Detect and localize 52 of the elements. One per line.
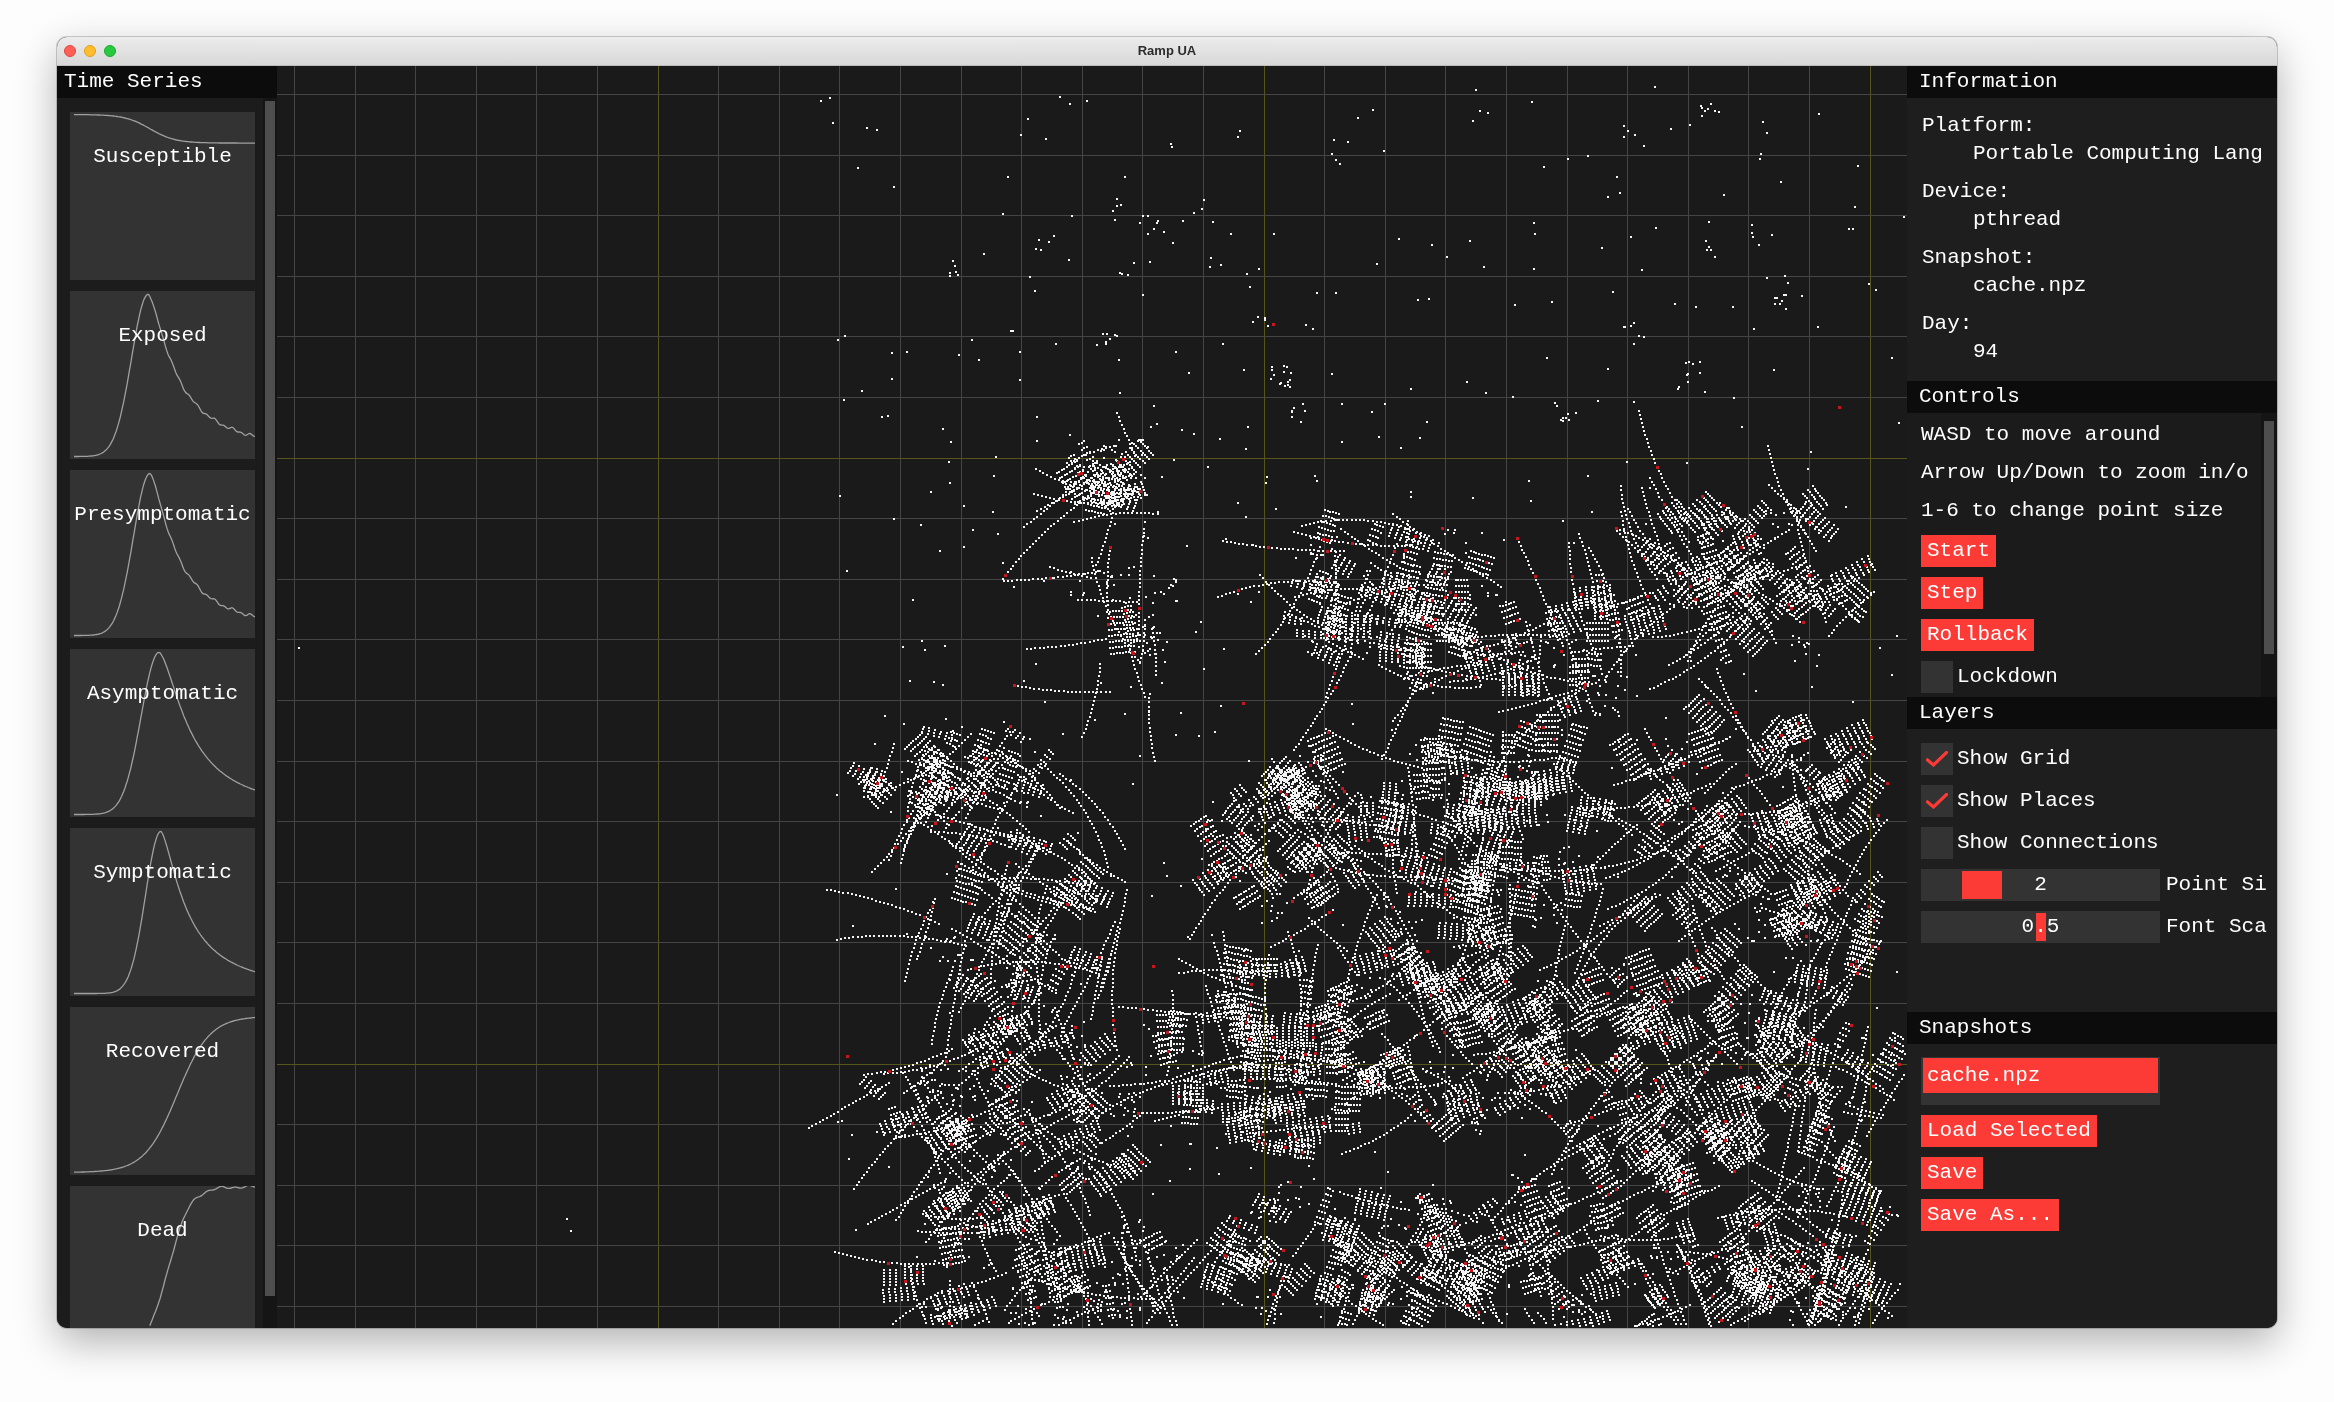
- panel-title: Information: [1919, 69, 2058, 95]
- snapshot-list[interactable]: cache.npz: [1921, 1057, 2160, 1105]
- series-label: Susceptible: [93, 144, 232, 170]
- info-label: Snapshot:: [1922, 245, 2037, 271]
- checkmark-icon: [1926, 793, 1948, 809]
- slider-track[interactable]: 2: [1921, 869, 2160, 901]
- snapshot-button[interactable]: Save: [1921, 1157, 1984, 1189]
- info-label: Day:: [1922, 311, 1974, 337]
- info-value: cache.npz: [1972, 273, 2088, 299]
- control-hint: Arrow Up/Down to zoom in/o: [1921, 460, 2250, 486]
- info-label: Device:: [1922, 179, 2012, 205]
- checkbox[interactable]: [1921, 743, 1953, 775]
- checkbox[interactable]: [1921, 785, 1953, 817]
- panel-title: Layers: [1919, 700, 1995, 726]
- snapshot-button[interactable]: Load Selected: [1921, 1115, 2097, 1147]
- info-value: 94: [1972, 339, 2000, 365]
- action-button[interactable]: Rollback: [1921, 619, 2034, 651]
- series-label: Presymptomatic: [74, 502, 251, 528]
- info-value: Portable Computing Lang: [1972, 141, 2264, 167]
- slider-thumb[interactable]: [1962, 871, 2002, 899]
- checkbox-label[interactable]: Show Places: [1957, 787, 2096, 815]
- series-label: Exposed: [118, 323, 207, 349]
- series-label: Symptomatic: [93, 860, 232, 886]
- action-button[interactable]: Step: [1921, 577, 1984, 609]
- snapshot-button[interactable]: Save As...: [1921, 1199, 2060, 1231]
- close-icon[interactable]: [64, 45, 76, 57]
- series-label: Asymptomatic: [86, 681, 239, 707]
- panel-title: Snapshots: [1919, 1015, 2033, 1041]
- panel-title: Controls: [1919, 384, 2020, 410]
- scrollbar-track[interactable]: [263, 98, 277, 1328]
- panel-title: Time Series: [64, 69, 203, 95]
- checkbox-label[interactable]: Lockdown: [1957, 663, 2058, 691]
- window-title: Ramp UA: [1137, 43, 1197, 59]
- minimize-icon[interactable]: [84, 45, 96, 57]
- slider-label: Font Sca: [2166, 914, 2267, 940]
- checkmark-icon: [1926, 751, 1948, 767]
- checkbox-label[interactable]: Show Connections: [1957, 829, 2159, 857]
- control-hint: WASD to move around: [1921, 422, 2162, 448]
- maximize-icon[interactable]: [104, 45, 116, 57]
- scrollbar-thumb[interactable]: [265, 101, 275, 1296]
- scrollbar-track[interactable]: [2261, 413, 2277, 697]
- control-hint: 1-6 to change point size: [1921, 498, 2225, 524]
- info-label: Platform:: [1922, 113, 2037, 139]
- series-label: Dead: [137, 1218, 188, 1244]
- list-item[interactable]: cache.npz: [1923, 1058, 2158, 1093]
- info-value: pthread: [1972, 207, 2063, 233]
- checkbox-label[interactable]: Show Grid: [1957, 745, 2071, 773]
- series-label: Recovered: [105, 1039, 220, 1065]
- action-button[interactable]: Start: [1921, 535, 1996, 567]
- slider-label: Point Si: [2166, 872, 2267, 898]
- scrollbar-thumb[interactable]: [2264, 421, 2274, 654]
- checkbox[interactable]: [1921, 661, 1953, 693]
